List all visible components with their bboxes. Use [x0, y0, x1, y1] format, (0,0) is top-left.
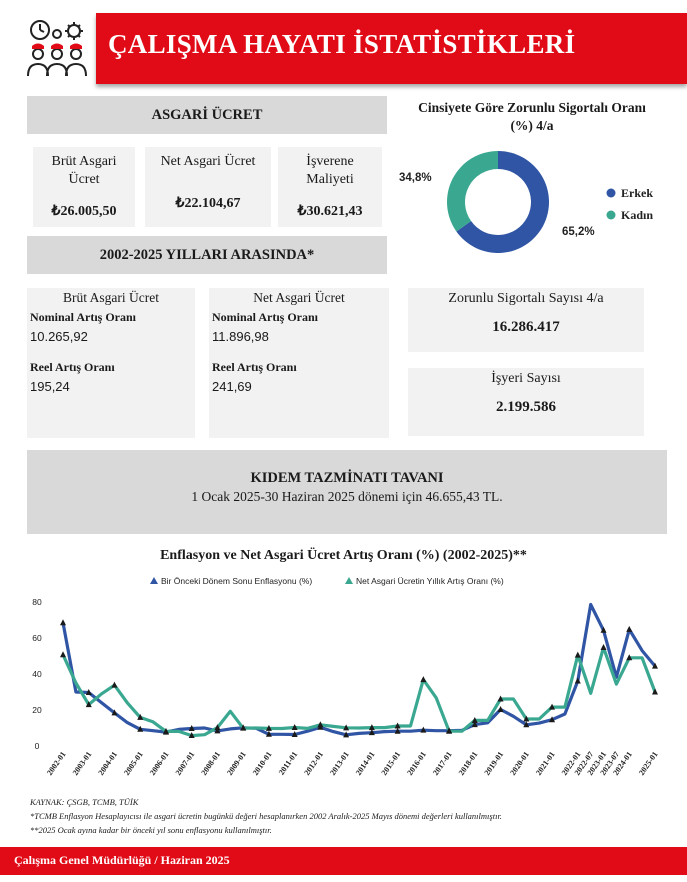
line-chart-title: Enflasyon ve Net Asgari Ücret Artış Oran… [160, 548, 527, 563]
period-net-card: Net Asgari Ücret Nominal Artış Oranı 11.… [209, 288, 389, 438]
x-tick-label: 2005-01 [122, 750, 145, 777]
kidem-text: 1 Ocak 2025-30 Haziran 2025 dönemi için … [191, 489, 503, 504]
series-1-point [626, 625, 633, 632]
x-tick-label: 2010-01 [251, 750, 274, 777]
period-brut-reel-label: Reel Artış Oranı [30, 360, 115, 374]
brut-asgari-label-1: Brüt Asgari [51, 154, 117, 169]
x-tick-label: 2007-01 [174, 750, 197, 777]
source-note: KAYNAK: ÇSGB, TCMB, TÜİK [30, 797, 139, 807]
x-tick-label: 2014-01 [354, 750, 377, 777]
period-brut-nominal-label: Nominal Artış Oranı [30, 310, 137, 324]
isveren-maliyeti-label-1: İşverene [306, 154, 354, 169]
y-tick-label: 40 [32, 669, 42, 679]
x-tick-label: 2021-01 [534, 750, 557, 777]
x-tick-label: 2009-01 [225, 750, 248, 777]
brut-asgari-label-2: Ücret [68, 172, 100, 187]
legend-series-2: Net Asgari Ücretin Yıllık Artış Oranı (%… [356, 576, 504, 586]
x-tick-label: 2003-01 [71, 750, 94, 777]
x-tick-label: 2002-01 [45, 750, 68, 777]
donut-title-line-1: Cinsiyete Göre Zorunlu Sigortalı Oranı [418, 100, 646, 115]
y-tick-label: 0 [35, 741, 40, 751]
y-tick-label: 80 [32, 597, 42, 607]
sigortali-sayisi-card: Zorunlu Sigortalı Sayısı 4/a 16.286.417 [408, 288, 644, 352]
sigortali-sayisi-label: Zorunlu Sigortalı Sayısı 4/a [448, 291, 604, 306]
net-asgari-card: Net Asgari Ücret ₺22.104,67 [145, 147, 271, 227]
period-net-reel-label: Reel Artış Oranı [212, 360, 297, 374]
donut-title: Cinsiyete Göre Zorunlu Sigortalı Oranı (… [392, 99, 672, 135]
isyeri-sayisi-value: 2.199.586 [496, 399, 556, 415]
period-net-title: Net Asgari Ücret [253, 290, 345, 305]
footnote-1: *TCMB Enflasyon Hesaplayıcısı ile asgari… [30, 811, 502, 821]
series-2-point [574, 651, 581, 658]
legend-marker-2 [345, 577, 353, 584]
y-tick-label: 20 [32, 705, 42, 715]
x-tick-label: 2020-01 [508, 750, 531, 777]
kidem-tazminati-box: KIDEM TAZMİNATI TAVANI 1 Ocak 2025-30 Ha… [27, 450, 667, 534]
isveren-maliyeti-label-2: Maliyeti [306, 172, 354, 187]
isveren-maliyeti-value: ₺30.621,43 [297, 204, 363, 219]
series-1-point [60, 619, 66, 626]
x-tick-label: 2006-01 [148, 750, 171, 777]
donut-label-kadin: 34,8% [399, 172, 432, 184]
donut-title-line-2: (%) 4/a [510, 118, 554, 133]
legend-kadin: Kadın [621, 208, 653, 222]
x-tick-label: 2016-01 [405, 750, 428, 777]
x-tick-label: 2004-01 [96, 750, 119, 777]
x-tick-label: 2017-01 [431, 750, 454, 777]
x-tick-label: 2018-01 [457, 750, 480, 777]
x-tick-label: 2012-01 [302, 750, 325, 777]
donut-label-erkek: 65,2% [562, 226, 595, 238]
legend-dot-kadin [606, 210, 616, 220]
series-2-point [111, 681, 118, 688]
sigortali-sayisi-value: 16.286.417 [492, 319, 560, 335]
net-asgari-value: ₺22.104,67 [175, 196, 241, 211]
x-tick-label: 2025-01 [637, 750, 660, 777]
series-2-point [60, 651, 66, 658]
kidem-title: KIDEM TAZMİNATI TAVANI [250, 470, 444, 486]
legend-dot-erkek [606, 188, 616, 198]
workers-gears-icon [27, 20, 87, 77]
period-net-nominal-label: Nominal Artış Oranı [212, 310, 319, 324]
period-brut-nominal-value: 10.265,92 [30, 329, 88, 344]
x-tick-label: 2011-01 [277, 750, 299, 777]
series-line-1 [61, 602, 657, 737]
header-title-bar: ÇALIŞMA HAYATI İSTATİSTİKLERİ [96, 13, 687, 84]
footnote-2: **2025 Ocak ayına kadar bir önceki yıl s… [30, 825, 272, 835]
series-2-point [600, 644, 607, 651]
x-tick-label: 2015-01 [380, 750, 403, 777]
brut-asgari-value: ₺26.005,50 [51, 204, 117, 219]
period-brut-card: Brüt Asgari Ücret Nominal Artış Oranı 10… [27, 288, 195, 438]
line-chart: Bir Önceki Dönem Sonu Enflasyonu (%) Net … [32, 576, 660, 777]
asgari-ucret-title: ASGARİ ÜCRET [27, 96, 387, 134]
x-tick-label: 2013-01 [328, 750, 351, 777]
footer-bar: Çalışma Genel Müdürlüğü / Haziran 2025 [0, 847, 687, 875]
net-asgari-label: Net Asgari Ücret [160, 154, 256, 169]
isveren-maliyeti-card: İşverene Maliyeti ₺30.621,43 [278, 147, 382, 227]
period-brut-reel-value: 195,24 [30, 379, 70, 394]
donut-chart: 34,8% 65,2% Erkek Kadın [399, 151, 653, 253]
isyeri-sayisi-label: İşyeri Sayısı [491, 371, 561, 386]
series-2-point [420, 676, 427, 683]
x-tick-label: 2008-01 [199, 750, 222, 777]
donut-slice-kadin [447, 151, 498, 232]
legend-erkek: Erkek [621, 186, 653, 200]
legend-series-1: Bir Önceki Dönem Sonu Enflasyonu (%) [161, 576, 312, 586]
period-brut-title: Brüt Asgari Ücret [63, 290, 159, 305]
x-tick-label: 2019-01 [483, 750, 506, 777]
period-net-reel-value: 241,69 [212, 379, 252, 394]
brut-asgari-card: Brüt Asgari Ücret ₺26.005,50 [33, 147, 135, 227]
legend-marker-1 [150, 577, 158, 584]
footer-text: Çalışma Genel Müdürlüğü / Haziran 2025 [14, 853, 230, 867]
y-tick-label: 60 [32, 633, 42, 643]
page-title: ÇALIŞMA HAYATI İSTATİSTİKLERİ [108, 29, 576, 59]
series-1-point [574, 677, 581, 684]
period-net-nominal-value: 11.896,98 [212, 329, 269, 344]
period-title: 2002-2025 YILLARI ARASINDA* [27, 236, 387, 274]
series-line-2 [61, 645, 657, 738]
isyeri-sayisi-card: İşyeri Sayısı 2.199.586 [408, 368, 644, 436]
